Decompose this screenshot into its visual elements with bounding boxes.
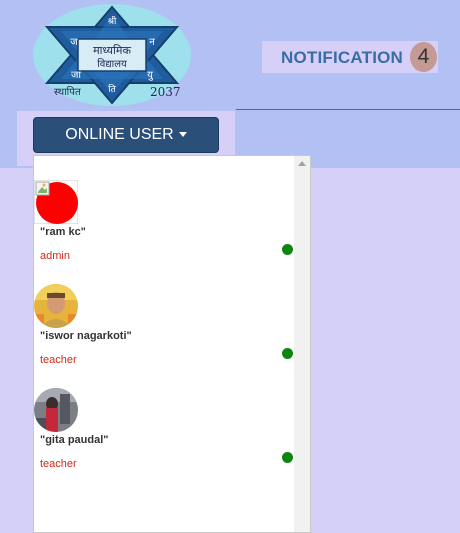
logo-letter-left-top: ज — [70, 37, 78, 48]
user-name: "iswor nagarkoti" — [40, 330, 132, 342]
header-divider — [236, 109, 460, 110]
logo-letter-left-bottom: जा — [71, 70, 81, 81]
scroll-up-arrow-icon[interactable] — [298, 161, 306, 166]
school-name-line1: माध्यमिक — [93, 44, 131, 57]
user-role: teacher — [40, 458, 77, 470]
school-name-line2: विद्यालय — [97, 58, 127, 70]
logo-letter-right-bottom: यु — [147, 70, 154, 81]
online-user-dropdown[interactable]: "ram kc" admin "iswor nagarkoti" teacher — [33, 155, 311, 533]
user-list-item[interactable]: "ram kc" admin — [34, 179, 294, 280]
broken-image-avatar — [34, 179, 79, 225]
online-status-dot — [282, 244, 293, 255]
user-role: teacher — [40, 354, 77, 366]
school-logo[interactable]: माध्यमिक विद्यालय श्री ज न जा यु ति स्था… — [32, 3, 192, 107]
user-role: admin — [40, 250, 70, 262]
caret-down-icon — [178, 132, 187, 138]
user-name: "gita paudal" — [40, 434, 109, 446]
user-list-item[interactable]: "iswor nagarkoti" teacher — [34, 284, 294, 384]
notification-count-badge: 4 — [410, 42, 437, 72]
logo-letter-right-top: न — [149, 37, 155, 48]
page-header: माध्यमिक विद्यालय श्री ज न जा यु ति स्था… — [0, 0, 460, 168]
online-status-dot — [282, 452, 293, 463]
online-status-dot — [282, 348, 293, 359]
logo-letter-bottom: ति — [108, 83, 116, 95]
established-year: 2037 — [150, 85, 181, 99]
online-user-button[interactable]: ONLINE USER — [33, 117, 219, 153]
user-name: "ram kc" — [40, 226, 86, 238]
dropdown-scrollbar[interactable] — [294, 156, 310, 532]
online-user-button-label: ONLINE USER — [65, 126, 174, 143]
notification-button[interactable]: NOTIFICATION 4 — [262, 41, 438, 73]
user-list-item[interactable]: "gita paudal" teacher — [34, 388, 294, 488]
established-label: स्थापित — [54, 86, 81, 98]
logo-letter-top: श्री — [108, 15, 117, 27]
user-avatar — [34, 388, 78, 432]
notification-label: NOTIFICATION — [281, 48, 404, 67]
user-avatar — [34, 284, 78, 328]
